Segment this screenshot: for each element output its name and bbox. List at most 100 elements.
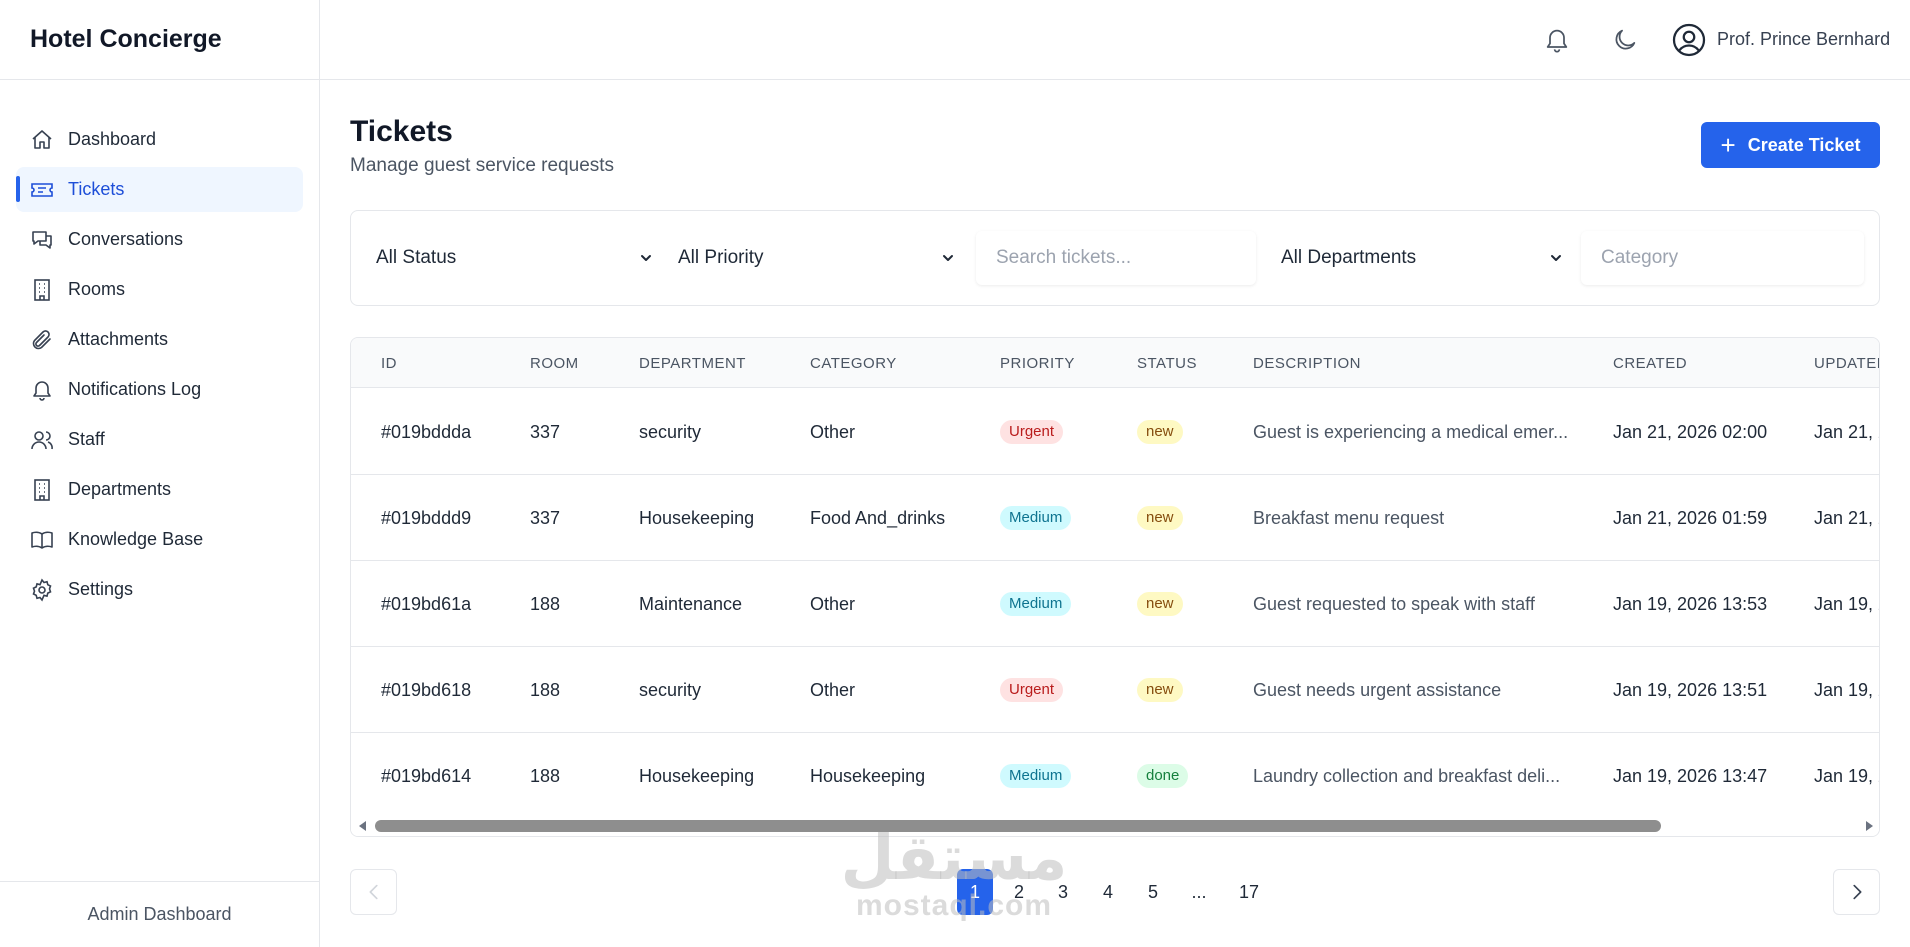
- bell-icon[interactable]: [1543, 26, 1571, 54]
- scroll-right-icon[interactable]: [1866, 821, 1873, 831]
- page-button-17[interactable]: 17: [1231, 869, 1267, 915]
- ticket-updated: Jan 19, 2: [1814, 594, 1879, 614]
- ticket-department: security: [639, 422, 702, 442]
- sidebar-item-attachments[interactable]: Attachments: [16, 317, 303, 362]
- ticket-created: Jan 19, 2026 13:47: [1613, 766, 1768, 786]
- sidebar-item-knowledge-base[interactable]: Knowledge Base: [16, 517, 303, 562]
- sidebar-item-label: Tickets: [68, 179, 125, 199]
- chevron-right-icon: [1852, 884, 1861, 900]
- chevron-left-icon: [369, 884, 378, 900]
- ticket-created: Jan 19, 2026 13:53: [1613, 594, 1768, 614]
- column-header-department[interactable]: DEPARTMENT: [639, 355, 746, 372]
- ticket-icon: [30, 178, 54, 202]
- ticket-id: #019bd618: [381, 680, 472, 700]
- column-header-category[interactable]: CATEGORY: [810, 355, 897, 372]
- page-button-1[interactable]: 1: [957, 869, 993, 915]
- sidebar-item-conversations[interactable]: Conversations: [16, 217, 303, 262]
- sidebar-item-label: Notifications Log: [68, 379, 202, 399]
- priority-badge: Urgent: [1000, 420, 1064, 444]
- building-icon: [30, 478, 54, 502]
- page-button-5[interactable]: 5: [1135, 869, 1171, 915]
- table-row[interactable]: #019bddda 337 security Other Urgent new …: [351, 389, 1879, 475]
- chevron-down-icon: [938, 248, 958, 268]
- page-button-4[interactable]: 4: [1090, 869, 1126, 915]
- ticket-category: Housekeeping: [810, 766, 926, 786]
- table-row[interactable]: #019bddd9 337 Housekeeping Food And_drin…: [351, 475, 1879, 561]
- sidebar-item-rooms[interactable]: Rooms: [16, 267, 303, 312]
- ticket-updated: Jan 21, 2: [1814, 422, 1879, 442]
- ticket-updated: Jan 19, 2: [1814, 766, 1879, 786]
- ticket-category: Other: [810, 422, 856, 442]
- bell-icon: [30, 378, 54, 402]
- status-select[interactable]: All Status: [376, 231, 656, 285]
- table-row[interactable]: #019bd61a 188 Maintenance Other Medium n…: [351, 561, 1879, 647]
- column-header-updated[interactable]: UPDATED: [1814, 355, 1879, 372]
- column-header-room[interactable]: ROOM: [530, 355, 579, 372]
- book-icon: [30, 528, 54, 552]
- sidebar-item-tickets[interactable]: Tickets: [16, 167, 303, 212]
- ticket-category: Food And_drinks: [810, 508, 946, 528]
- ticket-room: 337: [530, 508, 561, 528]
- search-input[interactable]: [976, 231, 1256, 285]
- previous-page-button[interactable]: [350, 869, 397, 915]
- ticket-category: Other: [810, 680, 856, 700]
- sidebar-item-settings[interactable]: Settings: [16, 567, 303, 612]
- category-input[interactable]: [1581, 231, 1864, 285]
- column-header-description[interactable]: DESCRIPTION: [1253, 355, 1361, 372]
- create-ticket-button[interactable]: + Create Ticket: [1701, 122, 1880, 168]
- home-icon: [30, 128, 54, 152]
- plus-icon: +: [1720, 130, 1736, 160]
- moon-icon[interactable]: [1611, 26, 1639, 54]
- user-name[interactable]: Prof. Prince Bernhard: [1717, 29, 1890, 50]
- column-header-id[interactable]: ID: [381, 355, 397, 372]
- page-button-3[interactable]: 3: [1045, 869, 1081, 915]
- filters-bar: All Status All Priority All Departments: [350, 210, 1880, 306]
- table-row[interactable]: #019bd618 188 security Other Urgent new …: [351, 647, 1879, 733]
- ticket-created: Jan 21, 2026 02:00: [1613, 422, 1768, 442]
- page-button-2[interactable]: 2: [1001, 869, 1037, 915]
- ticket-created: Jan 21, 2026 01:59: [1613, 508, 1768, 528]
- sidebar-item-label: Departments: [68, 479, 172, 499]
- sidebar-item-dashboard[interactable]: Dashboard: [16, 117, 303, 162]
- page-subtitle: Manage guest service requests: [350, 155, 615, 176]
- table-header: ID ROOM DEPARTMENT CATEGORY PRIORITY STA…: [351, 338, 1879, 388]
- create-ticket-label: Create Ticket: [1747, 134, 1861, 155]
- ticket-description: Guest needs urgent assistance: [1253, 680, 1502, 700]
- ticket-id: #019bddda: [381, 422, 472, 442]
- ticket-department: Housekeeping: [639, 508, 755, 528]
- sidebar-item-label: Rooms: [68, 279, 126, 299]
- table-row[interactable]: #019bd614 188 Housekeeping Housekeeping …: [351, 733, 1879, 819]
- scroll-left-icon[interactable]: [359, 821, 366, 831]
- sidebar-item-departments[interactable]: Departments: [16, 467, 303, 512]
- sidebar-item-label: Conversations: [68, 229, 184, 249]
- chevron-down-icon: [636, 248, 656, 268]
- column-header-priority[interactable]: PRIORITY: [1000, 355, 1075, 372]
- tickets-table: ID ROOM DEPARTMENT CATEGORY PRIORITY STA…: [350, 337, 1880, 837]
- next-page-button[interactable]: [1833, 869, 1880, 915]
- ticket-room: 188: [530, 594, 561, 614]
- gear-icon: [30, 577, 54, 602]
- sidebar-footer: Admin Dashboard: [0, 881, 319, 947]
- sidebar-item-staff[interactable]: Staff: [16, 417, 303, 462]
- priority-select[interactable]: All Priority: [678, 231, 958, 285]
- ticket-id: #019bddd9: [381, 508, 472, 528]
- horizontal-scrollbar[interactable]: [351, 816, 1879, 836]
- priority-badge: Medium: [1000, 764, 1072, 788]
- department-select[interactable]: All Departments: [1281, 231, 1566, 285]
- scrollbar-thumb[interactable]: [375, 820, 1661, 832]
- sidebar-item-label: Attachments: [68, 329, 169, 349]
- ticket-updated: Jan 19, 2: [1814, 680, 1879, 700]
- ticket-created: Jan 19, 2026 13:51: [1613, 680, 1768, 700]
- column-header-status[interactable]: STATUS: [1137, 355, 1197, 372]
- sidebar-item-label: Settings: [68, 579, 134, 599]
- ticket-description: Laundry collection and breakfast deli...: [1253, 766, 1561, 786]
- status-badge: new: [1137, 506, 1183, 530]
- building-icon: [30, 278, 54, 302]
- ticket-id: #019bd61a: [381, 594, 472, 614]
- ticket-department: Maintenance: [639, 594, 743, 614]
- ticket-room: 188: [530, 766, 561, 786]
- ticket-category: Other: [810, 594, 856, 614]
- column-header-created[interactable]: CREATED: [1613, 355, 1687, 372]
- user-avatar-icon[interactable]: [1671, 22, 1707, 58]
- sidebar-item-notifications-log[interactable]: Notifications Log: [16, 367, 303, 412]
